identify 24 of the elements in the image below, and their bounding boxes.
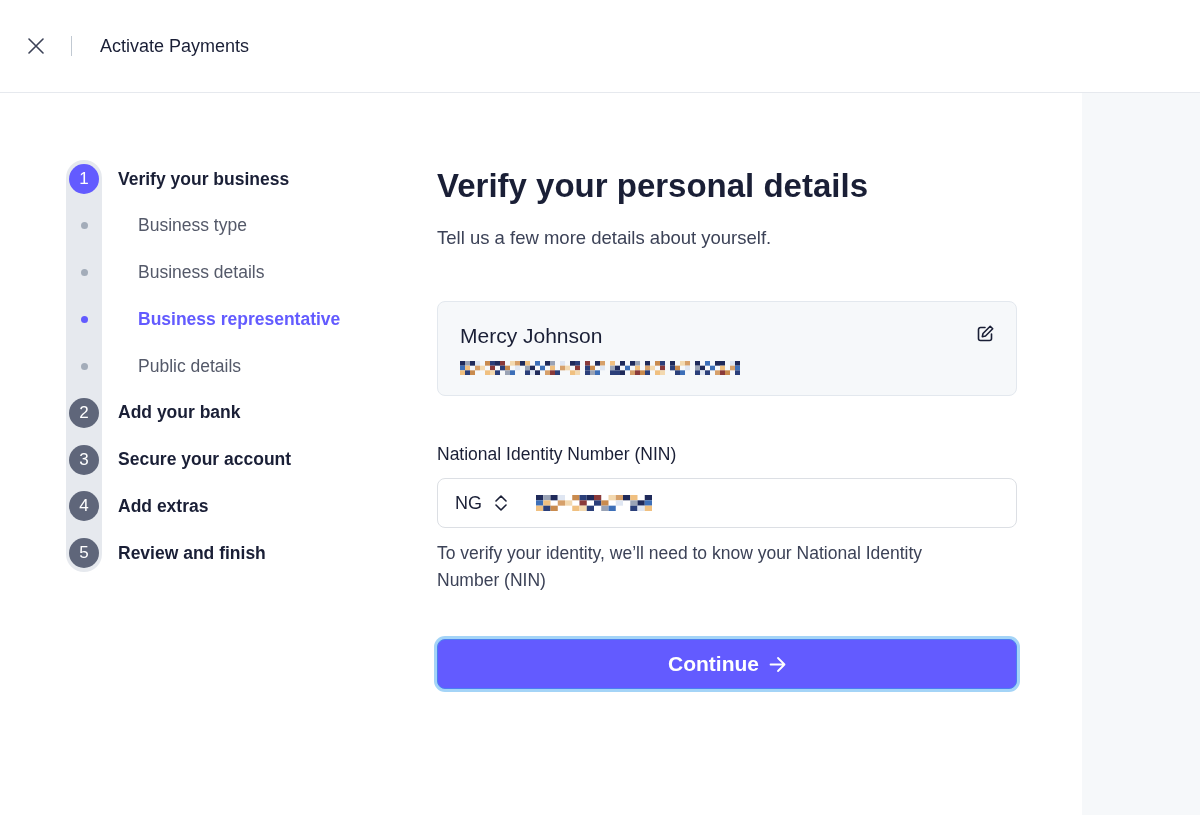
edit-icon [977, 325, 994, 342]
step-label: Verify your business [118, 168, 290, 190]
continue-button[interactable]: Continue [437, 639, 1017, 689]
close-button[interactable] [26, 36, 46, 56]
page-title: Activate Payments [100, 35, 250, 57]
page-heading: Verify your personal details [437, 166, 868, 206]
substep-label: Public details [138, 355, 242, 377]
step-label: Secure your account [118, 449, 292, 470]
field-label: National Identity Number (NIN) [437, 443, 677, 466]
help-text: To verify your identity, we’ll need to know your National Identity Number (NIN) [437, 542, 924, 592]
country-code-select[interactable]: NG [455, 492, 508, 514]
substep-label: Business details [138, 262, 265, 283]
substep-label: Business type [138, 215, 247, 237]
step-label: Review and finish [118, 542, 266, 564]
page-subtitle: Tell us a few more details about yourself. [437, 226, 772, 250]
arrow-right-icon [769, 655, 786, 673]
close-icon [28, 38, 44, 54]
step-label: Add your bank [118, 402, 241, 424]
nin-input-field[interactable]: NG [437, 478, 1017, 528]
step-label: Add extras [118, 495, 209, 517]
person-name: Mercy Johnson [460, 323, 603, 349]
edit-button[interactable] [977, 325, 994, 342]
chevron-up-down-icon [494, 495, 508, 511]
substep-label: Business representative [138, 308, 341, 330]
